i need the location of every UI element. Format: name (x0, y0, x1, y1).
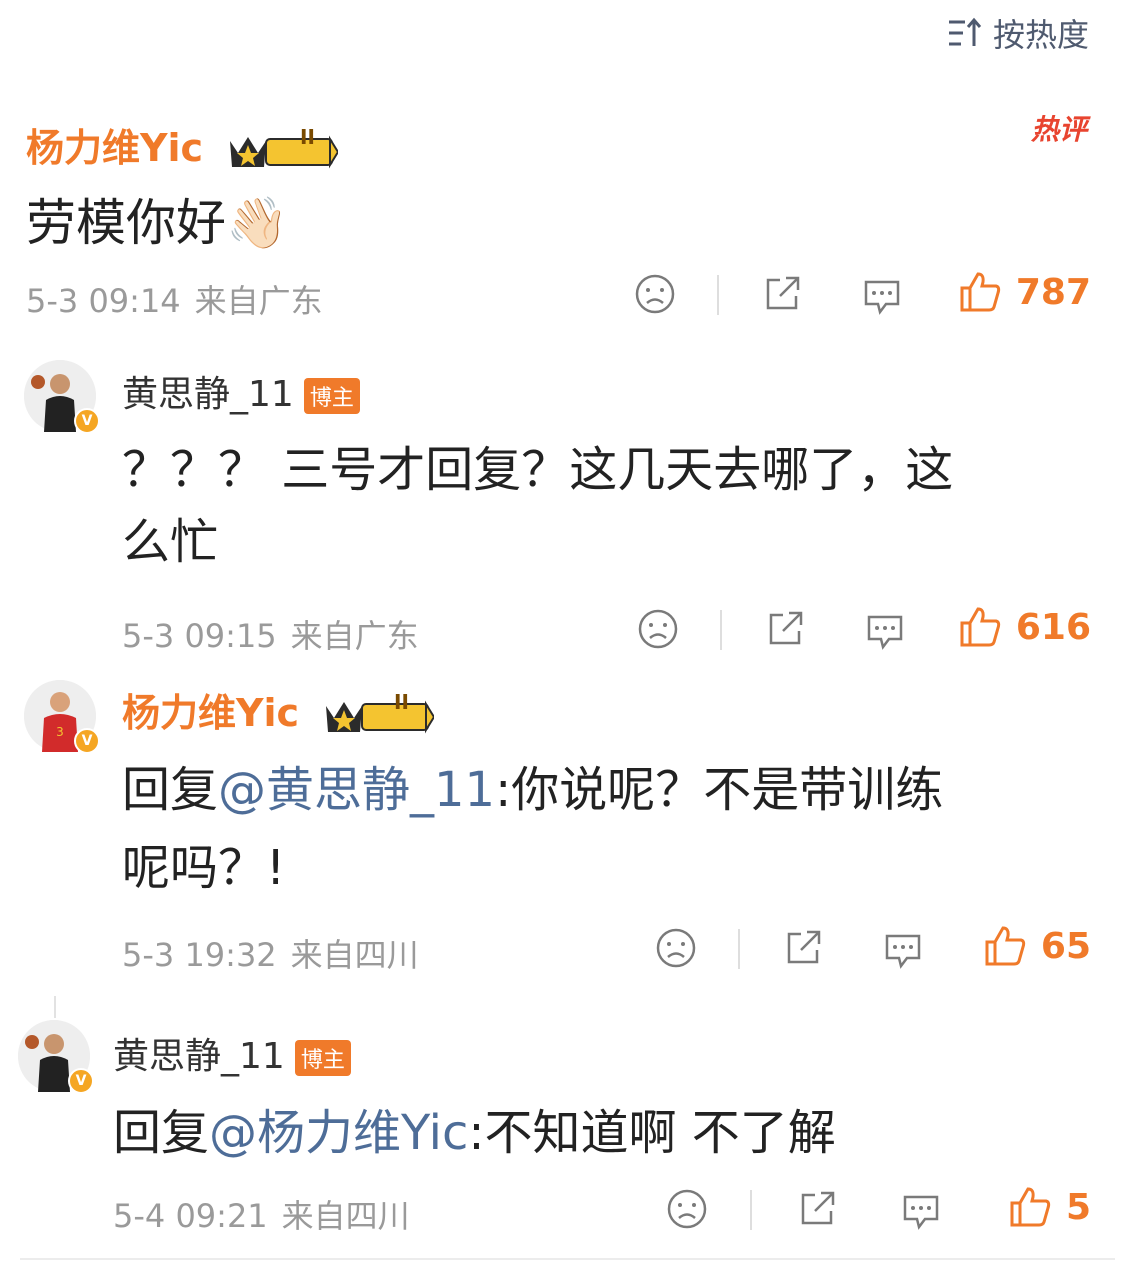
thumbs-up-icon (960, 607, 1000, 647)
svg-text:3: 3 (56, 725, 64, 739)
like-count: 5 (1065, 1186, 1091, 1228)
like-button[interactable]: 787 (958, 270, 1091, 314)
sad-face-icon[interactable] (633, 272, 677, 316)
comment-2-username[interactable]: 黄思静_11 博主 (122, 365, 360, 417)
like-count: 787 (1015, 271, 1091, 313)
action-divider (750, 1190, 752, 1230)
comment-icon[interactable] (863, 609, 907, 653)
comment-icon[interactable] (881, 928, 925, 972)
hot-comment-tag: 热评 (1030, 113, 1087, 146)
comment-time: 5-4 09:21 (113, 1197, 268, 1235)
mention-link[interactable]: @杨力维Yic (209, 1105, 468, 1161)
verified-badge-icon: V (68, 1068, 94, 1094)
comment-location: 来自广东 (290, 617, 419, 655)
comment-time: 5-3 09:15 (122, 617, 277, 655)
bottom-divider (20, 1258, 1115, 1260)
comment-time: 5-3 09:14 (26, 282, 181, 320)
thread-connector (54, 996, 56, 1018)
comment-location: 来自四川 (281, 1197, 410, 1235)
like-button[interactable]: 65 (983, 924, 1091, 968)
like-button[interactable]: 5 (1008, 1185, 1091, 1229)
like-button[interactable]: 616 (958, 605, 1091, 649)
crown-level-icon (326, 699, 435, 734)
comment-4-text: 回复@杨力维Yic:不知道啊 不了解 (113, 1105, 836, 1161)
comment-1-meta: 5-3 09:14 来自广东 (26, 276, 337, 322)
action-divider (720, 610, 722, 650)
like-count: 616 (1015, 606, 1091, 648)
action-divider (738, 929, 740, 969)
avatar[interactable]: V (24, 360, 100, 434)
like-count: 65 (1040, 925, 1091, 967)
author-badge: 博主 (294, 1040, 351, 1076)
comment-1-text: 劳模你好👋🏻 (26, 194, 289, 252)
comment-time: 5-3 19:32 (122, 936, 277, 974)
sort-icon (948, 17, 982, 46)
comment-3-meta: 5-3 19:32 来自四川 (122, 930, 433, 976)
comment-1-level-text: II (300, 125, 315, 149)
mention-link[interactable]: @黄思静_11 (218, 762, 495, 818)
comment-icon[interactable] (860, 274, 904, 318)
comment-2-meta: 5-3 09:15 来自广东 (122, 611, 433, 657)
comment-icon[interactable] (899, 1189, 943, 1233)
sad-face-icon[interactable] (654, 926, 698, 970)
comment-3-username[interactable]: 杨力维Yic (122, 682, 435, 737)
thumbs-up-icon (1010, 1187, 1051, 1227)
comment-3-text: 回复@黄思静_11:你说呢？不是带训练 呢吗？! (122, 762, 944, 896)
verified-badge-icon: V (74, 728, 100, 754)
verified-badge-icon: V (74, 408, 100, 434)
comment-location: 来自广东 (194, 282, 323, 320)
crown-level-icon (230, 134, 339, 169)
share-icon[interactable] (760, 272, 804, 316)
sort-by-hot-button[interactable]: 按热度 (947, 10, 1089, 56)
thumbs-up-icon (960, 272, 1000, 312)
sort-label: 按热度 (992, 16, 1089, 54)
comment-3-level-text: II (394, 690, 409, 714)
comment-2-text: ？？？ 三号才回复？这几天去哪了，这 么忙 (122, 442, 954, 570)
comment-4-meta: 5-4 09:21 来自四川 (113, 1191, 424, 1237)
waving-hand-emoji: 👋🏻 (226, 194, 289, 252)
comment-location: 来自四川 (290, 936, 419, 974)
thumbs-up-icon (985, 926, 1026, 966)
share-icon[interactable] (795, 1187, 839, 1231)
comment-1-username[interactable]: 杨力维Yic (26, 117, 339, 172)
action-divider (717, 275, 719, 315)
author-badge: 博主 (303, 378, 360, 414)
sad-face-icon[interactable] (665, 1187, 709, 1231)
avatar[interactable]: V (18, 1020, 94, 1094)
share-icon[interactable] (763, 607, 807, 651)
share-icon[interactable] (781, 926, 825, 970)
comment-4-username[interactable]: 黄思静_11 博主 (113, 1027, 351, 1079)
avatar[interactable]: 3 V (24, 680, 100, 754)
sad-face-icon[interactable] (636, 607, 680, 651)
